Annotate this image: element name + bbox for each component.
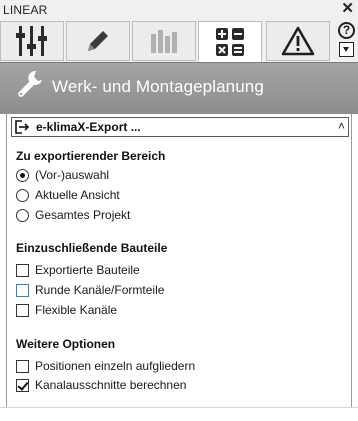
section-heading-export-scope: Zu exportierender Bereich — [16, 149, 166, 163]
wrench-icon — [18, 70, 42, 97]
option-label: Runde Kanäle/Formteile — [35, 283, 165, 297]
tab-calculation[interactable] — [198, 21, 262, 62]
warning-icon — [281, 26, 315, 56]
checkbox[interactable] — [16, 303, 29, 317]
title-bar: LINEAR ✕ — [0, 0, 358, 20]
checkbox-option-round-ducts[interactable]: Runde Kanäle/Formteile — [16, 282, 164, 298]
checkbox[interactable] — [16, 359, 29, 373]
pencil-icon — [88, 31, 108, 51]
divider — [0, 407, 358, 408]
app-title: LINEAR — [3, 3, 48, 17]
radio-button[interactable] — [16, 208, 29, 222]
toolbar: ? — [0, 20, 358, 62]
collapse-chevron-icon[interactable]: ˄ — [338, 119, 345, 133]
export-icon — [15, 120, 30, 134]
radio-button[interactable] — [16, 168, 29, 182]
checkbox[interactable] — [16, 378, 29, 392]
close-button[interactable]: ✕ — [341, 1, 354, 17]
section-heading-further-options: Weitere Optionen — [16, 337, 116, 351]
radio-option-current-view[interactable]: Aktuelle Ansicht — [16, 187, 120, 203]
page-title: Werk- und Montageplanung — [52, 77, 264, 96]
checkbox-option-duct-cutouts[interactable]: Kanalausschnitte berechnen — [16, 377, 186, 393]
option-label: Exportierte Bauteile — [35, 263, 140, 277]
help-icon[interactable]: ? — [338, 22, 355, 39]
panel-title: e-klimaX-Export ... — [36, 120, 141, 134]
option-label: Flexible Kanäle — [35, 303, 118, 317]
option-label: Aktuelle Ansicht — [35, 188, 120, 202]
option-label: Positionen einzeln aufgliedern — [35, 359, 196, 373]
checkbox[interactable] — [16, 263, 29, 277]
dropdown-arrow-icon[interactable] — [339, 42, 354, 57]
side-controls: ? — [337, 22, 357, 60]
checkbox-option-flexible-ducts[interactable]: Flexible Kanäle — [16, 302, 117, 318]
option-label: Kanalausschnitte berechnen — [35, 378, 187, 392]
section-heading-components: Einzuschließende Bauteile — [16, 241, 168, 255]
tab-sliders[interactable] — [0, 21, 64, 61]
panel-header[interactable]: e-klimaX-Export ... ˄ — [11, 117, 349, 137]
radio-option-selection[interactable]: (Vor-)auswahl — [16, 167, 109, 183]
export-panel: e-klimaX-Export ... ˄ Zu exportierender … — [6, 114, 352, 407]
option-label: (Vor-)auswahl — [35, 168, 110, 182]
option-label: Gesamtes Projekt — [35, 208, 131, 222]
radio-option-entire-project[interactable]: Gesamtes Projekt — [16, 207, 130, 223]
tab-statistics[interactable] — [132, 21, 196, 61]
checkbox-option-exported-components[interactable]: Exportierte Bauteile — [16, 262, 140, 278]
checkbox-option-itemize-positions[interactable]: Positionen einzeln aufgliedern — [16, 358, 195, 374]
sliders-icon — [16, 26, 47, 56]
radio-button[interactable] — [16, 188, 29, 202]
tab-warnings[interactable] — [266, 21, 330, 61]
calculator-icon — [216, 27, 244, 56]
checkbox[interactable] — [16, 283, 29, 297]
tab-edit[interactable] — [66, 21, 130, 61]
bar-chart-icon — [151, 30, 177, 53]
